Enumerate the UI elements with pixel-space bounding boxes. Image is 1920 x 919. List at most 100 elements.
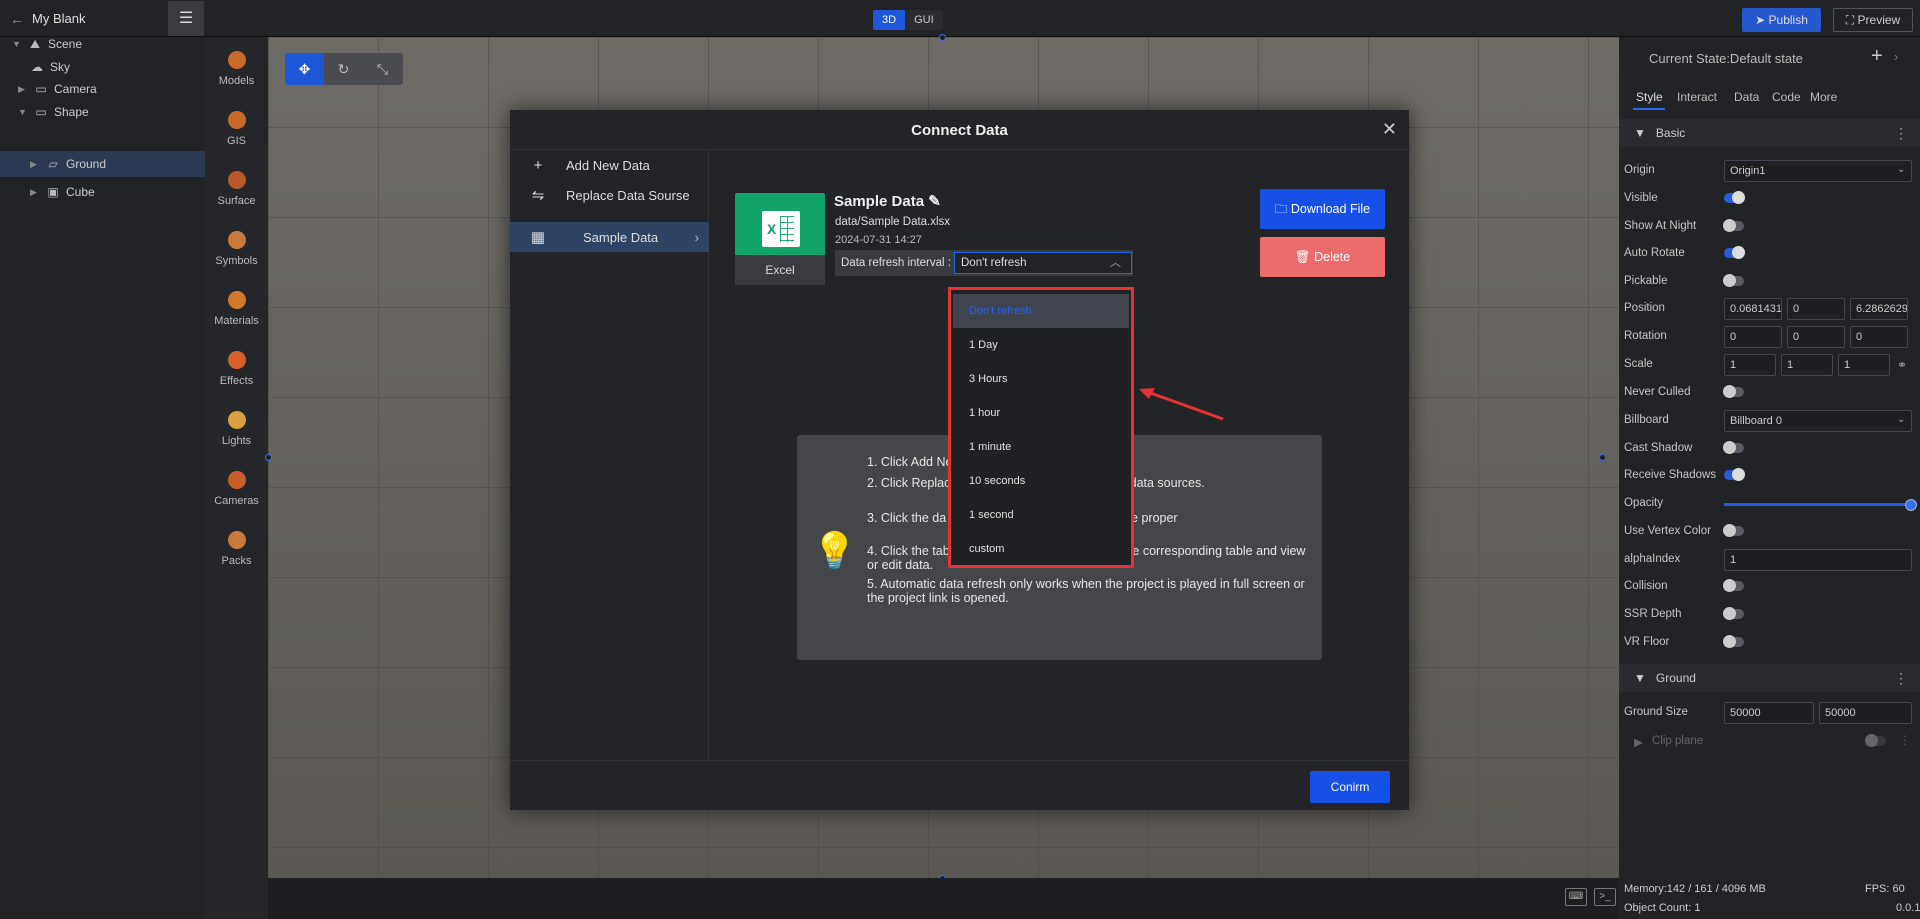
option-1-second[interactable]: 1 second [953, 498, 1129, 532]
tool-models[interactable]: Models [205, 51, 268, 87]
chevron-right-icon[interactable]: › [1894, 49, 1898, 64]
tree-label: Camera [54, 82, 97, 96]
rotation-z-input[interactable]: 0 [1850, 326, 1908, 348]
option-custom[interactable]: custom [953, 532, 1129, 566]
keyboard-icon[interactable]: ⌨ [1565, 888, 1587, 906]
dialog-header: Connect Data ✕ [510, 110, 1409, 150]
move-icon[interactable]: ✥ [285, 53, 324, 85]
rotate-icon[interactable]: ↻ [324, 53, 363, 85]
preview-button[interactable]: ⛶ Preview [1833, 8, 1913, 32]
collision-toggle[interactable] [1723, 579, 1744, 592]
tool-effects[interactable]: Effects [205, 351, 268, 387]
sample-data-item[interactable]: ▦ Sample Data › [510, 222, 709, 252]
section-ground[interactable]: ▼ Ground ⋮ [1619, 664, 1920, 692]
tab-code[interactable]: Code [1772, 90, 1801, 104]
vr-floor-toggle[interactable] [1723, 635, 1744, 648]
tab-style[interactable]: Style [1636, 90, 1663, 104]
section-basic[interactable]: ▼ Basic ⋮ [1619, 119, 1920, 147]
receive-shadows-toggle[interactable] [1724, 468, 1745, 481]
auto-rotate-toggle[interactable] [1724, 246, 1745, 259]
caret-right-icon[interactable]: ▶ [1634, 735, 1643, 749]
never-culled-toggle[interactable] [1723, 385, 1744, 398]
caret-down-icon[interactable]: ▼ [18, 107, 28, 117]
visible-toggle[interactable] [1724, 191, 1745, 204]
selection-handle[interactable] [265, 454, 272, 461]
confirm-button[interactable]: Conirm [1310, 771, 1390, 803]
ssr-depth-toggle[interactable] [1723, 607, 1744, 620]
tree-node-ground[interactable]: ▶ ▱ Ground [0, 151, 205, 177]
billboard-select[interactable]: Billboard 0 [1724, 410, 1912, 432]
selection-handle[interactable] [939, 34, 946, 41]
origin-select[interactable]: Origin1 [1724, 160, 1912, 182]
more-icon[interactable]: ⋮ [1894, 670, 1908, 687]
use-vertex-color-toggle[interactable] [1723, 524, 1744, 537]
tool-gis[interactable]: GIS [205, 111, 268, 147]
fullscreen-icon: ⛶ [1845, 13, 1858, 27]
tool-symbols[interactable]: Symbols [205, 231, 268, 267]
tree-node-shape[interactable]: ▼ ▭ Shape [18, 99, 89, 125]
mode-3d-button[interactable]: 3D [873, 10, 906, 30]
option-1-hour[interactable]: 1 hour [953, 396, 1129, 430]
pickable-toggle[interactable] [1723, 274, 1744, 287]
position-y-input[interactable]: 0 [1787, 298, 1845, 320]
scale-x-input[interactable]: 1 [1724, 354, 1776, 376]
add-state-icon[interactable]: + [1871, 45, 1883, 68]
option-3-hours[interactable]: 3 Hours [953, 362, 1129, 396]
position-x-input[interactable]: 0.0681431 [1724, 298, 1782, 320]
publish-button[interactable]: ➤ Publish [1742, 8, 1821, 32]
option-1-day[interactable]: 1 Day [953, 328, 1129, 362]
scale-z-input[interactable]: 1 [1838, 354, 1890, 376]
show-at-night-toggle[interactable] [1723, 219, 1744, 232]
caret-right-icon[interactable]: ▶ [30, 159, 40, 170]
option-1-minute[interactable]: 1 minute [953, 430, 1129, 464]
more-icon[interactable]: ⋮ [1899, 733, 1911, 747]
scale-icon[interactable]: ⤡ [363, 53, 402, 85]
tool-surface[interactable]: Surface [205, 171, 268, 207]
caret-right-icon[interactable]: ▶ [18, 84, 28, 95]
tab-data[interactable]: Data [1734, 90, 1759, 104]
menu-icon[interactable]: ☰ [168, 1, 204, 36]
caret-right-icon[interactable]: ▶ [30, 187, 40, 198]
tool-materials[interactable]: Materials [205, 291, 268, 327]
tool-packs[interactable]: Packs [205, 531, 268, 567]
ground-size-height-input[interactable]: 50000 [1819, 702, 1912, 724]
caret-down-icon: ▼ [1634, 126, 1646, 140]
globe-icon [227, 111, 246, 129]
replace-data-source-item[interactable]: ⇋ Replace Data Sourse [510, 180, 709, 210]
preview-label: Preview [1857, 13, 1901, 27]
alpha-index-input[interactable]: 1 [1724, 549, 1912, 571]
caret-down-icon[interactable]: ▼ [12, 39, 22, 49]
tool-lights[interactable]: Lights [205, 411, 268, 447]
close-icon[interactable]: ✕ [1382, 119, 1397, 140]
back-arrow-icon[interactable]: ← [10, 11, 24, 27]
mode-gui-button[interactable]: GUI [905, 10, 943, 30]
prop-label: alphaIndex [1624, 553, 1681, 565]
selection-handle[interactable] [1599, 454, 1606, 461]
cast-shadow-toggle[interactable] [1723, 441, 1744, 454]
more-icon[interactable]: ⋮ [1894, 125, 1908, 142]
prop-label: Receive Shadows [1624, 469, 1717, 481]
tab-interact[interactable]: Interact [1677, 90, 1717, 104]
position-z-input[interactable]: 6.28626291 [1850, 298, 1908, 320]
rotation-y-input[interactable]: 0 [1787, 326, 1845, 348]
delete-button[interactable]: 🗑 Delete [1260, 237, 1385, 277]
tree-node-cube[interactable]: ▶ ▣ Cube [30, 179, 95, 205]
rotation-x-input[interactable]: 0 [1724, 326, 1782, 348]
tool-cameras[interactable]: Cameras [205, 471, 268, 507]
ground-size-width-input[interactable]: 50000 [1724, 702, 1814, 724]
download-file-button[interactable]: 🗀 Download File [1260, 189, 1385, 229]
prop-label: Collision [1624, 580, 1668, 592]
clip-plane-toggle[interactable] [1865, 734, 1886, 747]
chevron-right-icon: › [694, 229, 699, 245]
edit-icon[interactable]: ✎ [928, 193, 941, 210]
tab-more[interactable]: More [1810, 90, 1837, 104]
console-icon[interactable]: >_ [1594, 888, 1616, 906]
refresh-interval-select[interactable]: Don't refresh ︿ [954, 252, 1132, 274]
scale-y-input[interactable]: 1 [1781, 354, 1833, 376]
option-10-seconds[interactable]: 10 seconds [953, 464, 1129, 498]
transform-toolbar: ✥ ↻ ⤡ [285, 53, 403, 85]
opacity-slider[interactable] [1724, 499, 1917, 511]
option-dont-refresh[interactable]: Don't refresh [953, 294, 1129, 328]
add-new-data-item[interactable]: + Add New Data [510, 150, 709, 180]
link-icon[interactable]: ⚭ [1897, 358, 1907, 372]
